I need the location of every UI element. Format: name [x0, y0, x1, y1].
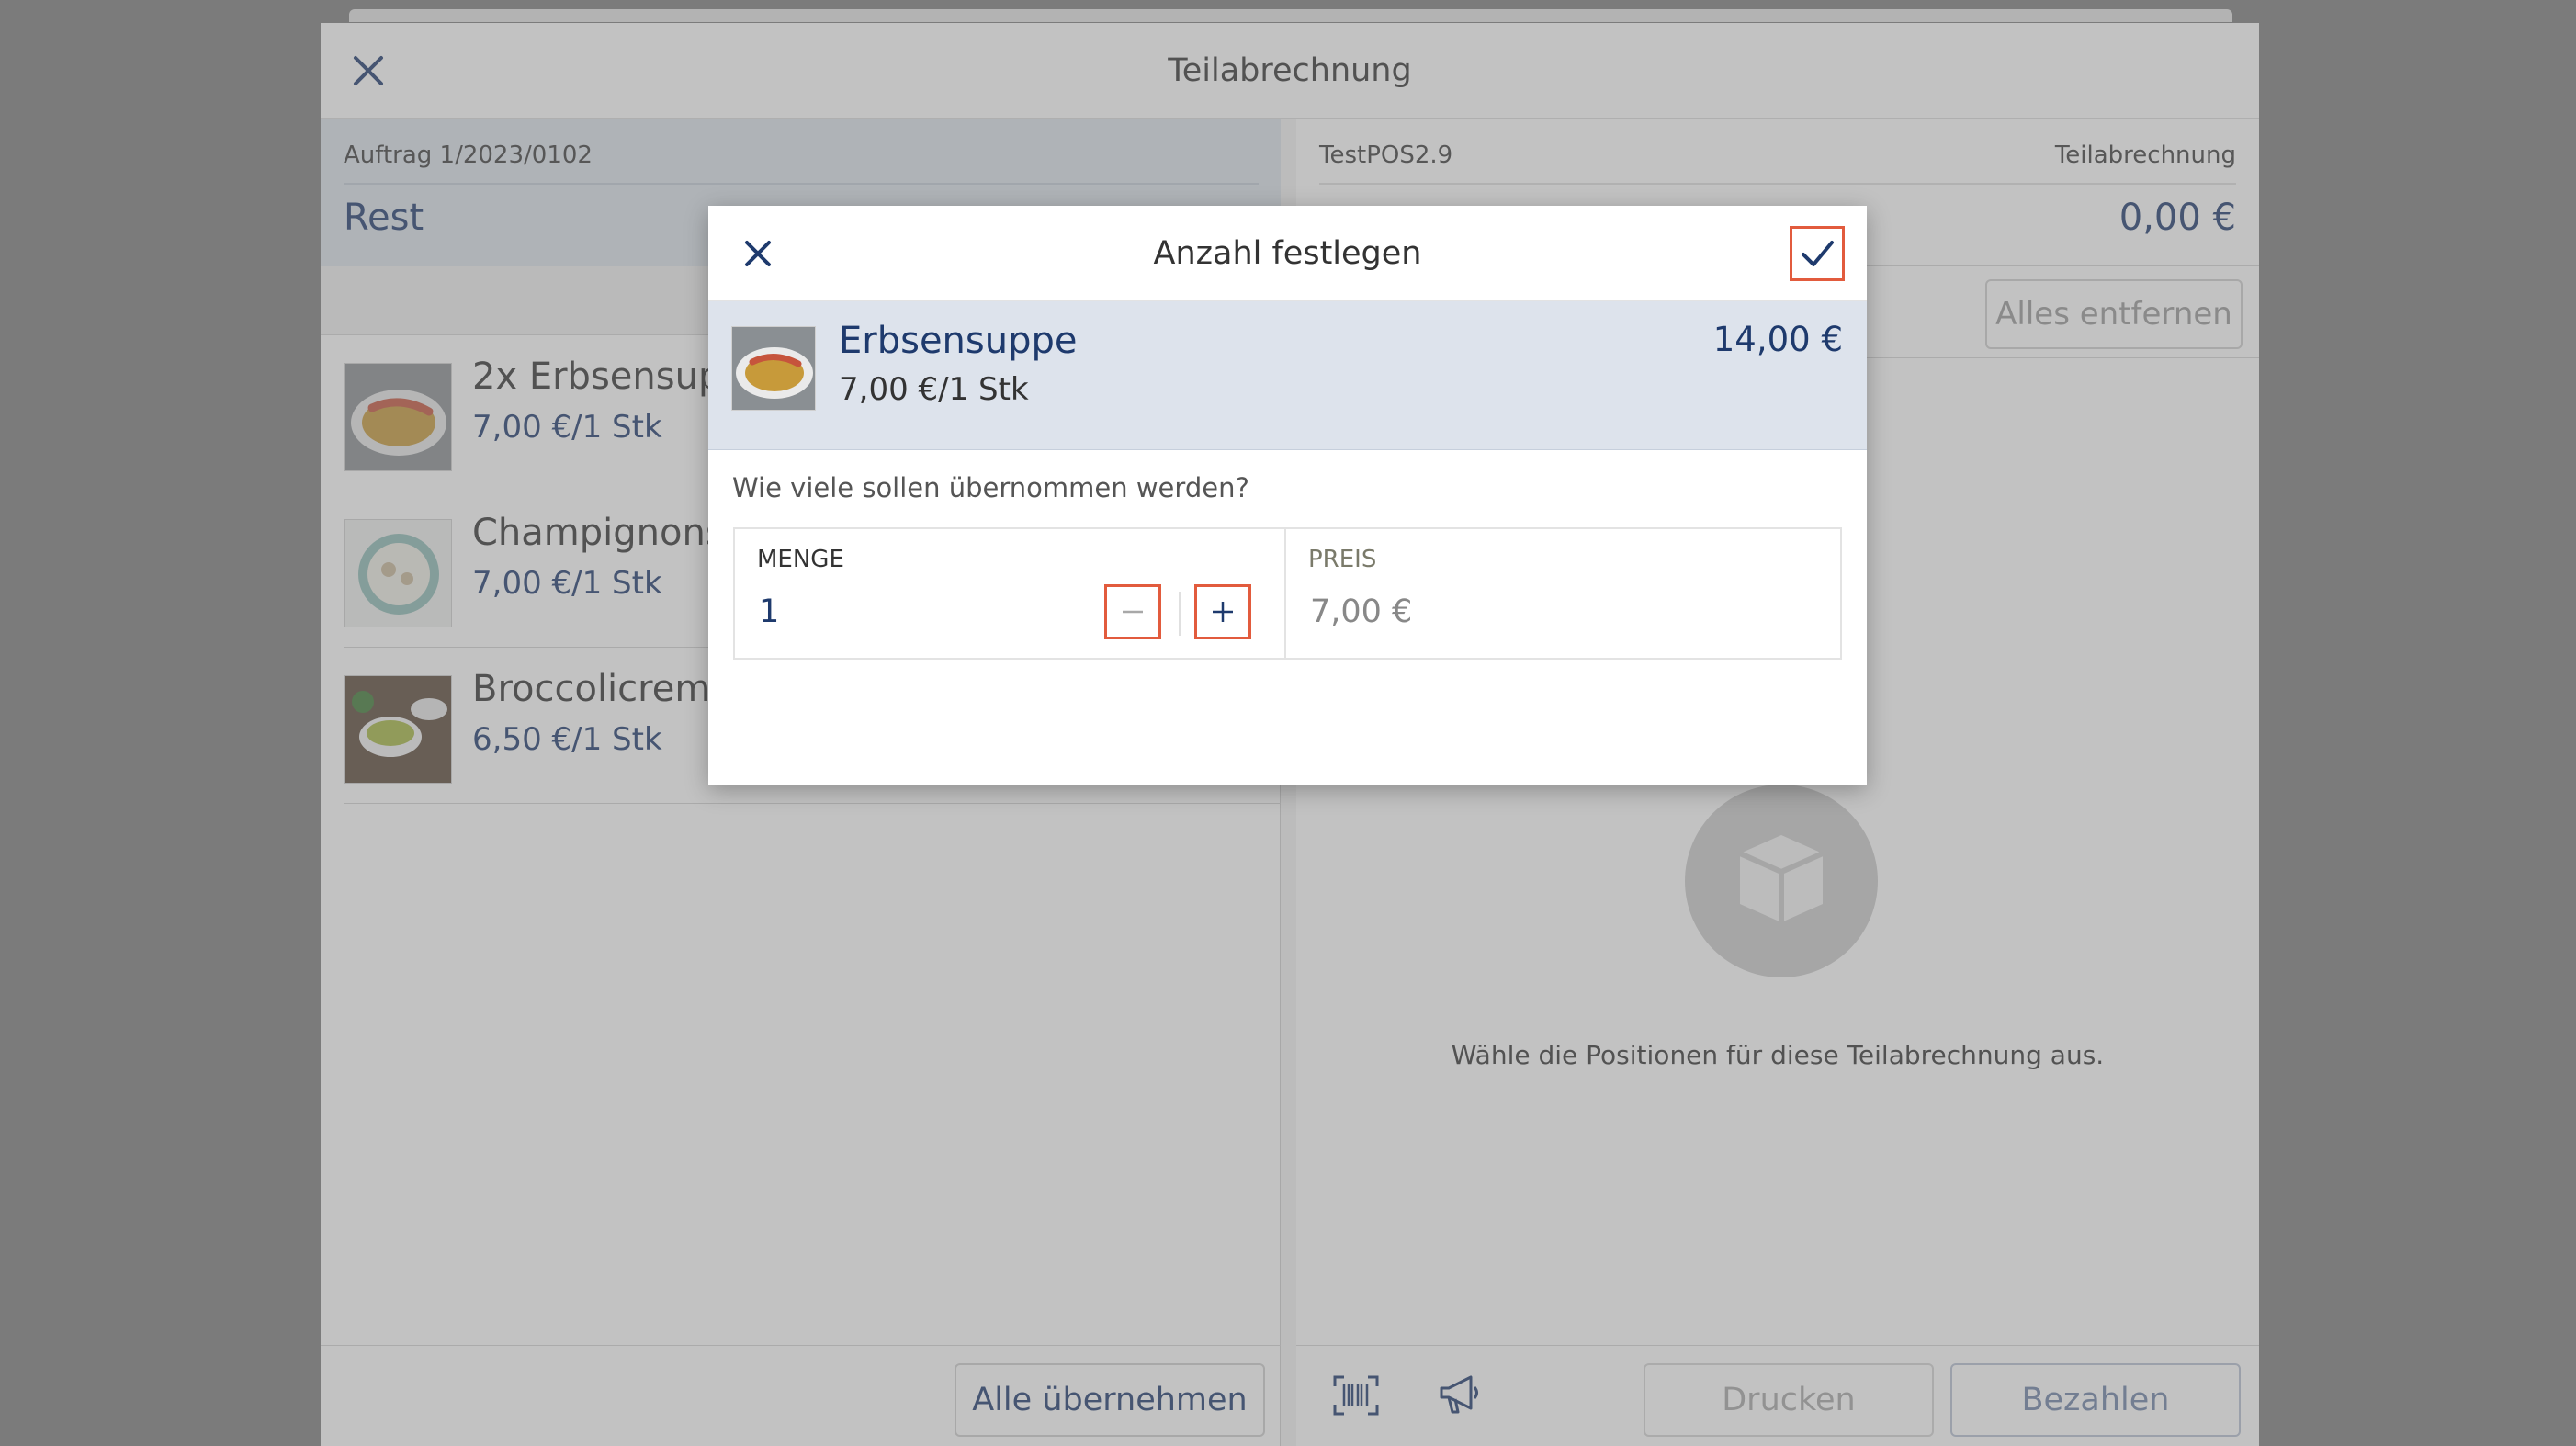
- quantity-dialog: Anzahl festlegen Erbsensuppe 7,00 €/1 St…: [708, 206, 1867, 785]
- quantity-question: Wie viele sollen übernommen werden?: [732, 472, 1249, 503]
- close-icon[interactable]: [740, 235, 776, 272]
- price-label: PREIS: [1308, 546, 1377, 573]
- plus-icon: [1213, 602, 1233, 622]
- increase-button[interactable]: [1194, 584, 1251, 639]
- window-edge: [349, 9, 2232, 22]
- dialog-title: Anzahl festlegen: [1153, 235, 1422, 272]
- selected-item: Erbsensuppe 7,00 €/1 Stk 14,00 €: [708, 301, 1867, 450]
- divider: [1179, 592, 1181, 636]
- minus-icon: [1123, 610, 1143, 614]
- checkmark-icon: [1802, 241, 1834, 266]
- product-image: [731, 326, 816, 411]
- quantity-label: MENGE: [757, 546, 844, 573]
- divider: [1284, 529, 1286, 658]
- item-total: 14,00 €: [1712, 320, 1843, 359]
- confirm-button[interactable]: [1790, 226, 1845, 281]
- quantity-input[interactable]: 1: [759, 593, 779, 630]
- quantity-form: MENGE 1 PREIS 7,00 €: [733, 527, 1842, 660]
- item-name: Erbsensuppe: [839, 320, 1078, 362]
- dialog-header: Anzahl festlegen: [708, 206, 1867, 301]
- decrease-button[interactable]: [1104, 584, 1161, 639]
- price-value: 7,00 €: [1310, 593, 1413, 630]
- item-unit-price: 7,00 €/1 Stk: [839, 371, 1029, 408]
